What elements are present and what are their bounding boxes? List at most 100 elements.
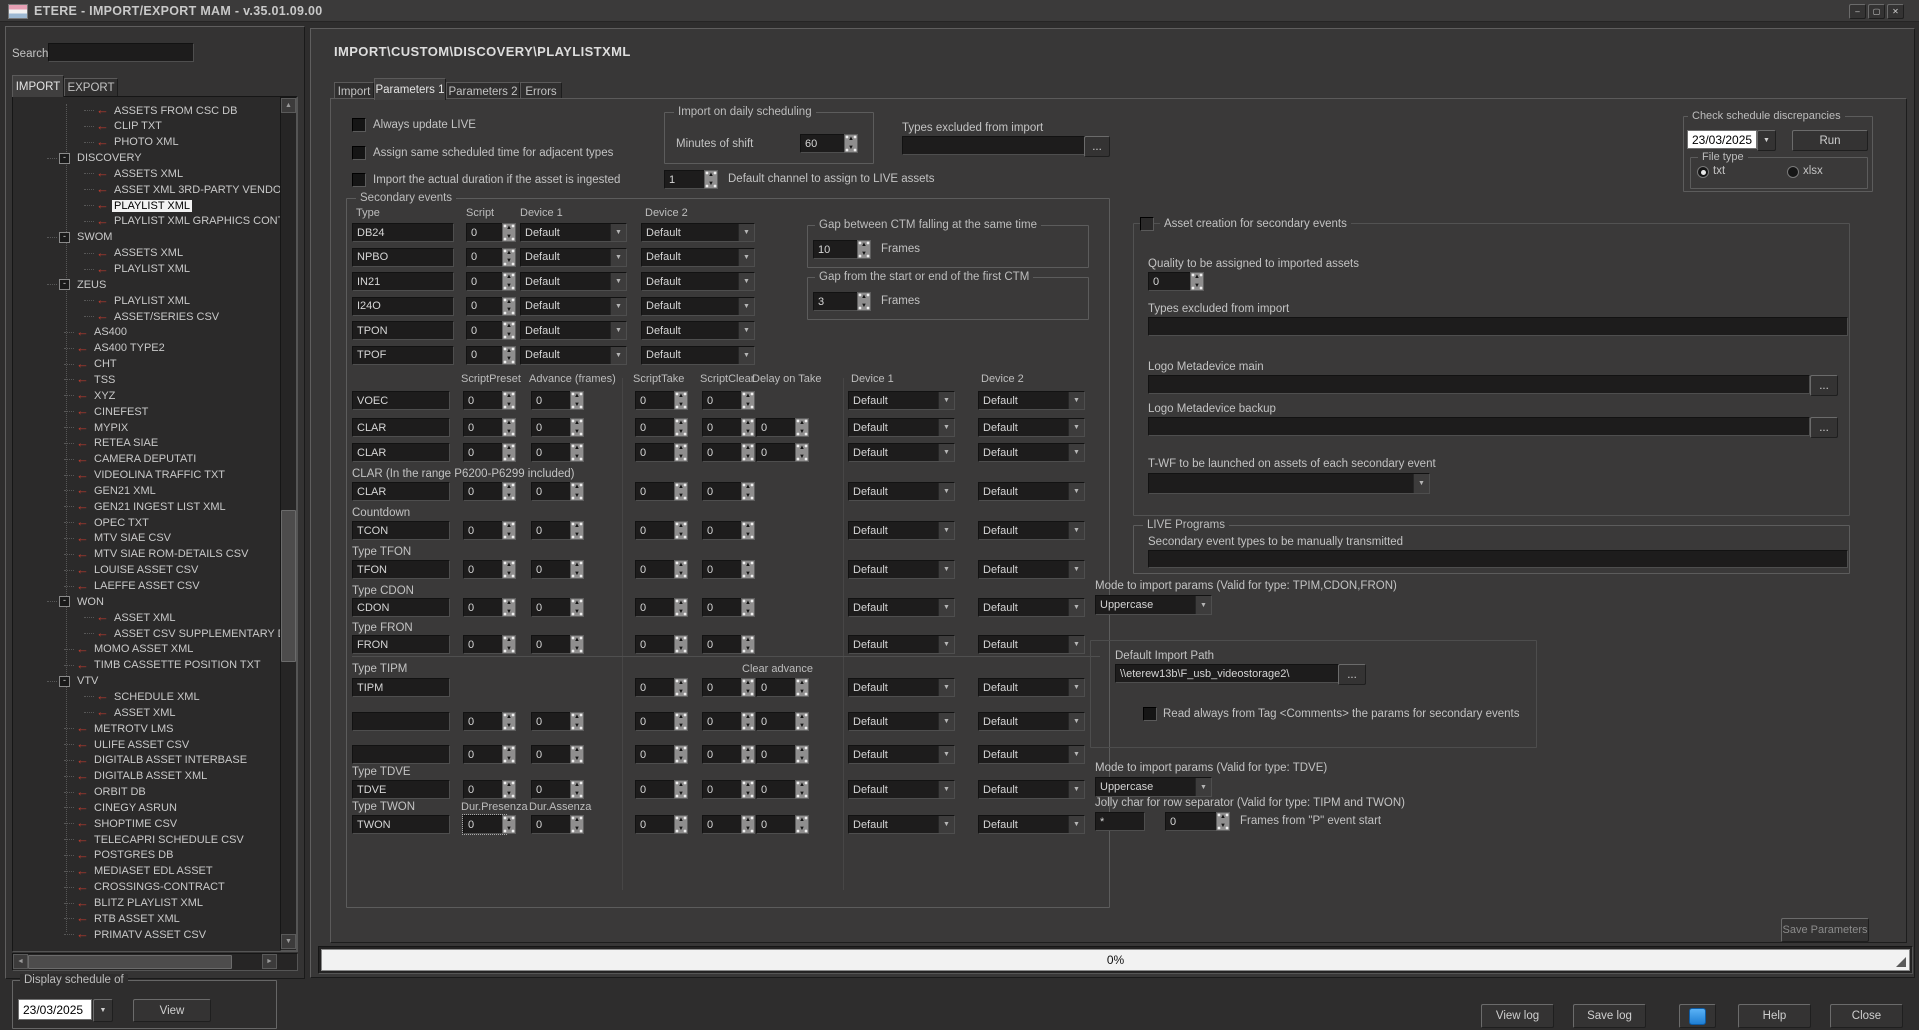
tree-collapse-icon[interactable]: -	[59, 153, 70, 164]
tree-item[interactable]: TIMB CASSETTE POSITION TXT	[92, 658, 263, 673]
scroll-right-icon[interactable]: ►	[262, 954, 277, 969]
script-preset-input[interactable]: 0	[463, 391, 506, 410]
jolly-frames-spinner[interactable]: ▲▼	[1216, 812, 1230, 831]
device1-dropdown[interactable]: Default▼	[848, 482, 955, 501]
minimize-button[interactable]: –	[1849, 4, 1866, 19]
spin-up-icon[interactable]: ▲	[796, 713, 808, 722]
spin-down-icon[interactable]: ▼	[742, 570, 754, 579]
spin-down-icon[interactable]: ▼	[675, 428, 687, 437]
event-name-input[interactable]	[352, 712, 450, 731]
script-take-input[interactable]: 0	[635, 521, 678, 540]
gap-first-ctm-input[interactable]: 3	[813, 292, 861, 311]
spin-up-icon[interactable]: ▲	[675, 444, 687, 453]
script-clear-input-spin[interactable]: ▲▼	[741, 391, 755, 410]
script-take-input-spin[interactable]: ▲▼	[674, 391, 688, 410]
script-clear-input-spin[interactable]: ▲▼	[741, 443, 755, 462]
tree-item[interactable]: PHOTO XML	[112, 135, 181, 150]
twf-dropdown[interactable]: ▼	[1148, 473, 1430, 494]
delay-on-take-input[interactable]: 0	[756, 418, 799, 437]
scroll-up-icon[interactable]: ▲	[281, 98, 296, 113]
spin-down-icon[interactable]: ▼	[796, 825, 808, 834]
spin-up-icon[interactable]: ▲	[571, 746, 583, 755]
spin-up-icon[interactable]: ▲	[742, 561, 754, 570]
spin-down-icon[interactable]: ▼	[503, 492, 515, 501]
tree-item[interactable]: ORBIT DB	[92, 785, 148, 800]
delay-on-take-input[interactable]: 0	[756, 745, 799, 764]
device1-dropdown[interactable]: Default▼	[848, 443, 955, 462]
script-take-input[interactable]: 0	[635, 482, 678, 501]
tree-item[interactable]: CAMERA DEPUTATI	[92, 452, 198, 467]
event-name-input[interactable]: TIPM	[352, 678, 450, 697]
script-take-input-spin[interactable]: ▲▼	[674, 635, 688, 654]
script-take-input-spin[interactable]: ▲▼	[674, 745, 688, 764]
script-preset-input[interactable]: 0	[463, 780, 506, 799]
advance-frames-input-spin[interactable]: ▲▼	[570, 521, 584, 540]
tree-item[interactable]: OPEC TXT	[92, 515, 151, 530]
tree-item[interactable]: ZEUS	[75, 277, 108, 292]
script-clear-input[interactable]: 0	[702, 780, 745, 799]
spin-down-icon[interactable]: ▼	[742, 755, 754, 764]
device2-dropdown[interactable]: Default▼	[978, 815, 1085, 834]
spin-down-icon[interactable]: ▼	[796, 790, 808, 799]
spin-up-icon[interactable]: ▲	[571, 561, 583, 570]
default-channel-input[interactable]: 1	[664, 170, 708, 189]
event-name-input[interactable]: TFON	[352, 560, 450, 579]
event-name-input[interactable]: CLAR	[352, 443, 450, 462]
tree-item[interactable]: SWOM	[75, 230, 114, 245]
script-preset-input[interactable]: 0	[463, 418, 506, 437]
device2-dropdown[interactable]: Default▼	[978, 635, 1085, 654]
tree-item[interactable]: ASSET CSV SUPPLEMENTARY D	[112, 626, 288, 641]
spin-down-icon[interactable]: ▼	[503, 531, 515, 540]
event-name-input[interactable]: VOEC	[352, 391, 450, 410]
spin-up-icon[interactable]: ▲	[503, 322, 515, 331]
script-preset-input[interactable]: 0	[463, 712, 506, 731]
script-take-input[interactable]: 0	[635, 678, 678, 697]
sidebar-tab-import[interactable]: IMPORT	[12, 75, 64, 97]
script-take-input-spin[interactable]: ▲▼	[674, 418, 688, 437]
script-clear-input[interactable]: 0	[702, 635, 745, 654]
tree-item[interactable]: GEN21 INGEST LIST XML	[92, 499, 228, 514]
gap-same-time-spinner[interactable]: ▲▼	[857, 240, 871, 259]
event-name-input[interactable]: CDON	[352, 598, 450, 617]
advance-frames-input[interactable]: 0	[531, 815, 574, 834]
spin-up-icon[interactable]: ▲	[503, 392, 515, 401]
spin-up-icon[interactable]: ▲	[742, 781, 754, 790]
device1-dropdown[interactable]: Default▼	[520, 248, 627, 267]
tree-item[interactable]: ASSETS XML	[112, 166, 185, 181]
spin-up-icon[interactable]: ▲	[503, 816, 515, 825]
spin-up-icon[interactable]: ▲	[503, 249, 515, 258]
tree-collapse-icon[interactable]: -	[59, 596, 70, 607]
event-name-input[interactable]	[352, 745, 450, 764]
script-input-spin[interactable]: ▲▼	[502, 297, 516, 316]
spin-down-icon[interactable]: ▼	[503, 825, 515, 834]
tree-item[interactable]: ASSET XML	[112, 610, 178, 625]
tree-item[interactable]: RTB ASSET XML	[92, 911, 182, 926]
spin-down-icon[interactable]: ▼	[742, 453, 754, 462]
spin-down-icon[interactable]: ▼	[571, 428, 583, 437]
tree-item[interactable]: LAEFFE ASSET CSV	[92, 579, 202, 594]
device1-dropdown[interactable]: Default▼	[848, 598, 955, 617]
spin-up-icon[interactable]: ▲	[571, 419, 583, 428]
maximize-button[interactable]: ▢	[1868, 4, 1885, 19]
event-name-input[interactable]: TWON	[352, 815, 450, 834]
script-clear-input-spin[interactable]: ▲▼	[741, 712, 755, 731]
tree-item[interactable]: CLIP TXT	[112, 119, 164, 134]
spin-down-icon[interactable]: ▼	[571, 492, 583, 501]
spin-down-icon[interactable]: ▼	[742, 688, 754, 697]
script-preset-input-spin[interactable]: ▲▼	[502, 712, 516, 731]
tree-item[interactable]: CINEFEST	[92, 404, 150, 419]
advance-frames-input[interactable]: 0	[531, 635, 574, 654]
script-take-input-spin[interactable]: ▲▼	[674, 678, 688, 697]
event-name-input[interactable]: CLAR	[352, 482, 450, 501]
script-preset-input[interactable]: 0	[463, 815, 506, 834]
device2-dropdown[interactable]: Default▼	[978, 418, 1085, 437]
read-comments-checkbox[interactable]	[1143, 707, 1157, 721]
spin-down-icon[interactable]: ▼	[796, 453, 808, 462]
script-clear-input-spin[interactable]: ▲▼	[741, 560, 755, 579]
spin-down-icon[interactable]: ▼	[675, 645, 687, 654]
spin-down-icon[interactable]: ▼	[571, 645, 583, 654]
discrepancies-date-dropdown-button[interactable]: ▼	[1757, 130, 1776, 151]
script-clear-input-spin[interactable]: ▲▼	[741, 418, 755, 437]
device2-dropdown[interactable]: Default▼	[641, 346, 755, 365]
tree-item[interactable]: ASSET XML 3RD-PARTY VENDOI	[112, 182, 287, 197]
